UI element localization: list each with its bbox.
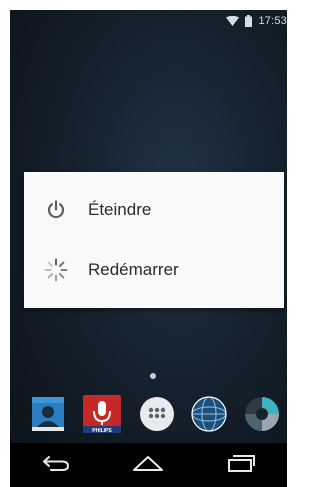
app-drawer-icon[interactable]: [137, 394, 177, 434]
globe-app-icon[interactable]: [189, 394, 229, 434]
voice-recorder-app-icon[interactable]: PHILIPS: [82, 394, 122, 434]
back-icon: [41, 454, 71, 477]
power-menu-dialog: Éteindre Redémarrer: [24, 172, 284, 308]
restart-label: Redémarrer: [88, 260, 179, 279]
navigation-bar: [10, 443, 287, 487]
back-button[interactable]: [32, 447, 80, 483]
dock: PHILIPS: [10, 394, 287, 438]
status-bar: 17:53: [10, 10, 287, 32]
recents-icon: [226, 454, 256, 477]
wifi-icon: [226, 16, 240, 26]
restart-icon: [24, 258, 88, 282]
page-indicator-dot: [150, 373, 156, 379]
contacts-app-icon[interactable]: [28, 394, 68, 434]
home-icon: [132, 454, 164, 477]
battery-icon: [245, 15, 253, 27]
status-time: 17:53: [258, 15, 287, 27]
power-off-option[interactable]: Éteindre: [24, 180, 284, 240]
home-button[interactable]: [124, 447, 172, 483]
power-off-label: Éteindre: [88, 200, 152, 219]
photos-app-icon[interactable]: [242, 394, 282, 434]
restart-option[interactable]: Redémarrer: [24, 240, 284, 300]
power-icon: [24, 200, 88, 220]
recents-button[interactable]: [217, 447, 265, 483]
philips-logo: PHILIPS: [92, 428, 112, 434]
phone-screen: 17:53 Éteindre Redémarrer PHILIPS: [10, 10, 287, 487]
